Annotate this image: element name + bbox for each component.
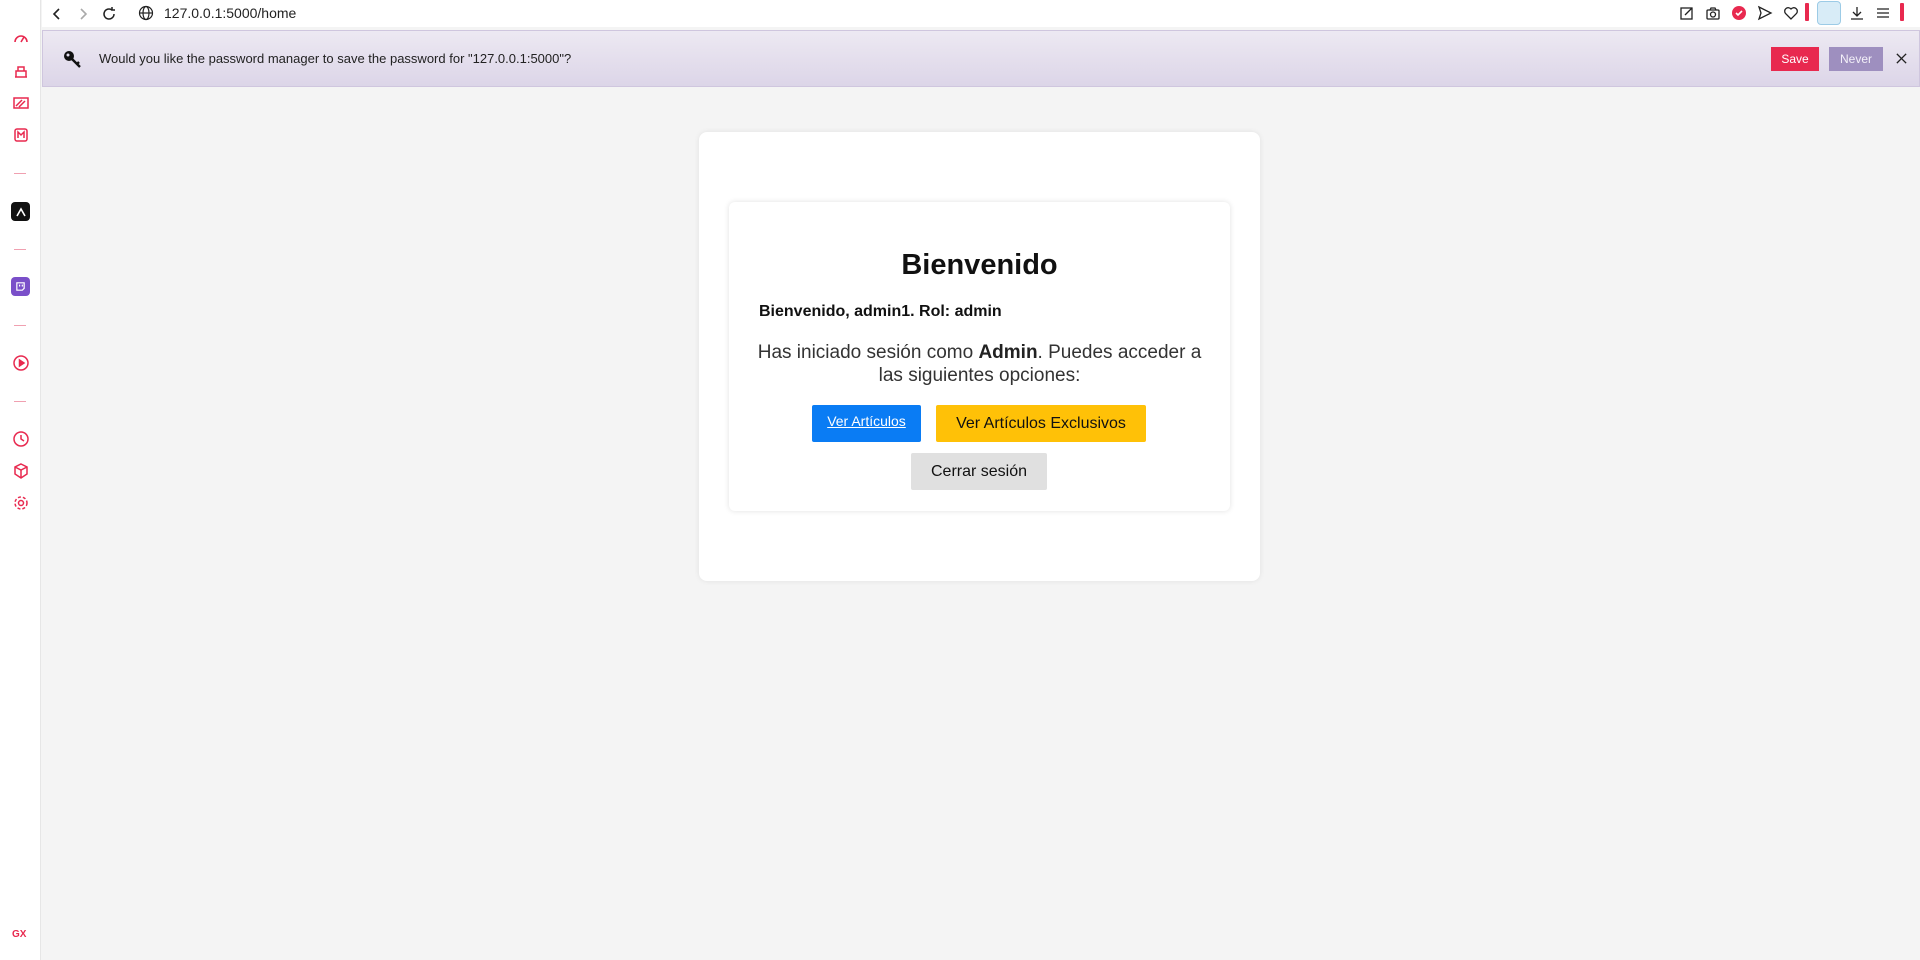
never-save-button[interactable]: Never [1829, 47, 1883, 71]
extensions-icon[interactable] [12, 462, 30, 480]
app-tile-icon[interactable] [11, 202, 30, 221]
globe-icon [138, 5, 154, 21]
role-description: Has iniciado sesión como Admin. Puedes a… [754, 341, 1205, 387]
profile-avatar[interactable] [1817, 1, 1841, 25]
shop-icon[interactable] [12, 62, 30, 80]
ver-articulos-button[interactable]: Ver Artículos [812, 405, 921, 442]
password-save-message: Would you like the password manager to s… [99, 51, 572, 66]
password-save-infobar: Would you like the password manager to s… [42, 30, 1920, 87]
reload-button[interactable] [98, 3, 120, 25]
cerrar-sesion-button[interactable]: Cerrar sesión [911, 453, 1047, 490]
accent-divider [1900, 3, 1904, 21]
download-icon[interactable] [1847, 3, 1867, 23]
shield-icon[interactable] [1729, 3, 1749, 23]
close-icon[interactable] [1892, 49, 1910, 67]
sidebar-separator [14, 401, 26, 402]
sidebar-separator [14, 173, 26, 174]
page-title: Bienvenido [901, 249, 1058, 281]
gx-brand-label[interactable]: GX [12, 929, 26, 940]
mail-icon[interactable] [12, 126, 30, 144]
back-button[interactable] [46, 3, 68, 25]
ver-articulos-exclusivos-button[interactable]: Ver Artículos Exclusivos [936, 405, 1146, 442]
desc-role: Admin [978, 342, 1038, 363]
heart-icon[interactable] [1781, 3, 1801, 23]
save-password-button[interactable]: Save [1771, 47, 1819, 71]
camera-icon[interactable] [1703, 3, 1723, 23]
sidebar-separator [14, 325, 26, 326]
sidebar-separator [14, 249, 26, 250]
address-bar: 127.0.0.1:5000/home [42, 0, 1920, 27]
settings-gear-icon[interactable] [12, 494, 30, 512]
forward-button[interactable] [72, 3, 94, 25]
desc-prefix: Has iniciado sesión como [757, 342, 979, 363]
snapshot-edit-icon[interactable] [1677, 3, 1697, 23]
url-text[interactable]: 127.0.0.1:5000/home [164, 5, 296, 21]
welcome-user-line: Bienvenido, admin1. Rol: admin [759, 303, 1002, 320]
twitch-icon[interactable] [11, 277, 30, 296]
player-icon[interactable] [12, 354, 30, 372]
key-icon [64, 51, 81, 68]
send-icon[interactable] [1755, 3, 1775, 23]
menu-list-icon[interactable] [1873, 3, 1893, 23]
accent-divider [1805, 3, 1809, 21]
history-icon[interactable] [12, 430, 30, 448]
speed-dial-icon[interactable] [12, 30, 30, 48]
browser-sidebar: GX [0, 0, 41, 960]
news-icon[interactable] [12, 94, 30, 112]
